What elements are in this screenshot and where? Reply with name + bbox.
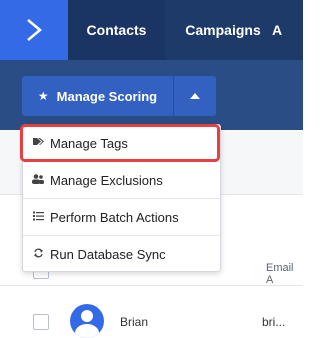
- contacts-toolbar: ★ Manage Scoring: [0, 60, 303, 130]
- row-checkbox[interactable]: [33, 314, 49, 330]
- menu-item-perform-batch-actions[interactable]: Perform Batch Actions: [23, 199, 220, 236]
- manage-dropdown-menu: Manage Tags Manage Exclusions Perform Ba…: [22, 124, 221, 272]
- dropdown-toggle-button[interactable]: [174, 76, 216, 116]
- header-divider: [0, 285, 303, 286]
- top-nav: Contacts Campaigns A: [0, 0, 303, 60]
- manage-scoring-button[interactable]: ★ Manage Scoring: [22, 76, 174, 116]
- avatar: [70, 304, 104, 338]
- nav-tab-campaigns[interactable]: Campaigns: [165, 0, 281, 60]
- row-name[interactable]: Brian: [120, 315, 148, 329]
- menu-item-label: Manage Exclusions: [50, 172, 163, 188]
- nav-tab-truncated[interactable]: A: [272, 0, 312, 60]
- caret-up-icon: [190, 93, 200, 99]
- menu-item-manage-exclusions[interactable]: Manage Exclusions: [23, 162, 220, 199]
- tags-icon: [32, 137, 44, 149]
- list-icon: [32, 211, 44, 224]
- sync-icon: [32, 248, 44, 261]
- nav-tab-contacts[interactable]: Contacts: [68, 0, 165, 60]
- users-icon: [32, 173, 44, 187]
- menu-item-run-database-sync[interactable]: Run Database Sync: [23, 236, 220, 273]
- menu-item-manage-tags[interactable]: Manage Tags: [23, 125, 220, 162]
- star-icon: ★: [37, 89, 49, 103]
- menu-item-label: Perform Batch Actions: [50, 209, 179, 225]
- app-logo[interactable]: [0, 0, 68, 60]
- manage-scoring-button-group: ★ Manage Scoring: [22, 76, 216, 116]
- row-email: bri...: [262, 315, 286, 329]
- column-header-email[interactable]: Email A: [266, 262, 303, 286]
- manage-scoring-label: Manage Scoring: [56, 88, 158, 104]
- chevron-right-logo-icon: [27, 19, 42, 41]
- menu-item-label: Manage Tags: [50, 135, 128, 151]
- menu-item-label: Run Database Sync: [50, 247, 166, 262]
